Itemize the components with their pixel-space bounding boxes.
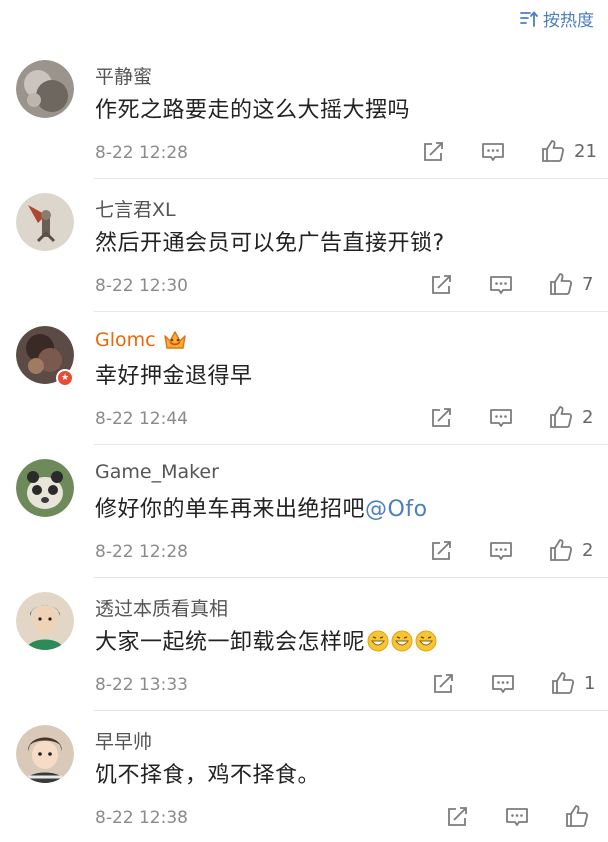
crown-icon xyxy=(163,331,186,349)
repost-button[interactable] xyxy=(420,139,446,165)
reply-button[interactable] xyxy=(488,272,514,298)
avatar[interactable] xyxy=(16,459,74,517)
username[interactable]: Glomc xyxy=(95,329,156,351)
share-icon xyxy=(424,142,443,161)
comment-text: 然后开通会员可以免广告直接开锁? xyxy=(95,231,445,256)
username[interactable]: 平静蜜 xyxy=(95,62,152,89)
reply-button[interactable] xyxy=(480,139,506,165)
avatar[interactable] xyxy=(16,725,74,783)
comment-text: 幸好押金退得早 xyxy=(95,364,253,389)
timestamp: 8-22 12:28 xyxy=(95,542,188,562)
reply-button[interactable] xyxy=(488,405,514,431)
sort-label: 按热度 xyxy=(543,11,594,31)
thumbs-up-icon xyxy=(542,140,565,162)
vip-badge: ★ xyxy=(56,369,74,387)
share-icon xyxy=(434,674,453,693)
username[interactable]: 七言君XL xyxy=(95,195,176,222)
comment-icon xyxy=(490,409,512,427)
avatar[interactable] xyxy=(16,592,74,650)
repost-button[interactable] xyxy=(444,804,470,830)
sort-by-hot-button[interactable]: 按热度 xyxy=(519,6,594,31)
repost-button[interactable] xyxy=(428,272,454,298)
like-button[interactable]: 7 xyxy=(548,271,593,297)
like-button[interactable]: 2 xyxy=(548,404,593,430)
comment-item: 七言君XL 然后开通会员可以免广告直接开锁? 8-22 12:30 7 xyxy=(0,179,608,312)
sort-icon xyxy=(520,11,538,27)
grin-emoji-icon xyxy=(367,630,389,652)
timestamp: 8-22 12:28 xyxy=(95,143,188,163)
repost-button[interactable] xyxy=(428,538,454,564)
comment-icon xyxy=(490,542,512,560)
grin-emoji-icon xyxy=(415,630,437,652)
comment-text: 饥不择食，鸡不择食。 xyxy=(95,763,321,788)
sort-bar: 按热度 xyxy=(0,0,608,36)
comment-icon xyxy=(506,808,528,826)
comment-item: 平静蜜 作死之路要走的这么大摇大摆吗 8-22 12:28 21 xyxy=(0,46,608,179)
comment-text-body: 修好你的单车再来出绝招吧 xyxy=(95,497,366,522)
reply-button[interactable] xyxy=(504,804,530,830)
comment-item: 早早帅 饥不择食，鸡不择食。 8-22 12:38 xyxy=(0,711,608,842)
comment-text: 大家一起统一卸载会怎样呢 xyxy=(95,624,437,656)
timestamp: 8-22 12:30 xyxy=(95,276,188,296)
like-count: 21 xyxy=(574,140,597,162)
username[interactable]: Game_Maker xyxy=(95,461,219,483)
username[interactable]: 透过本质看真相 xyxy=(95,594,228,621)
like-button[interactable] xyxy=(564,803,598,829)
like-count: 1 xyxy=(584,672,596,694)
share-icon xyxy=(432,408,451,427)
mention-link[interactable]: @Ofo xyxy=(365,497,428,522)
timestamp: 8-22 13:33 xyxy=(95,675,188,695)
repost-button[interactable] xyxy=(428,405,454,431)
share-icon xyxy=(432,275,451,294)
comment-icon xyxy=(492,675,514,693)
comment-icon xyxy=(482,143,504,161)
like-button[interactable]: 21 xyxy=(540,138,597,164)
like-button[interactable]: 2 xyxy=(548,537,593,563)
grin-emoji-icon xyxy=(391,630,413,652)
share-icon xyxy=(448,807,467,826)
comment-text: 作死之路要走的这么大摇大摆吗 xyxy=(95,98,411,123)
comment-item: ★ Glomc 幸好押金退得早 8-22 12:44 2 xyxy=(0,312,608,445)
repost-button[interactable] xyxy=(430,671,456,697)
comment-icon xyxy=(490,276,512,294)
like-count: 2 xyxy=(582,406,594,428)
avatar[interactable] xyxy=(16,60,74,118)
timestamp: 8-22 12:44 xyxy=(95,409,188,429)
share-icon xyxy=(432,541,451,560)
star-icon: ★ xyxy=(60,372,70,383)
timestamp: 8-22 12:38 xyxy=(95,808,188,828)
like-button[interactable]: 1 xyxy=(550,670,595,696)
like-count: 2 xyxy=(582,539,594,561)
username[interactable]: 早早帅 xyxy=(95,727,152,754)
thumbs-up-icon xyxy=(552,672,575,694)
comment-item: Game_Maker 修好你的单车再来出绝招吧@Ofo 8-22 12:28 2 xyxy=(0,445,608,578)
thumbs-up-icon xyxy=(550,406,573,428)
thumbs-up-icon xyxy=(550,273,573,295)
thumbs-up-icon xyxy=(550,539,573,561)
like-count: 7 xyxy=(582,273,594,295)
reply-button[interactable] xyxy=(488,538,514,564)
avatar[interactable] xyxy=(16,193,74,251)
reply-button[interactable] xyxy=(490,671,516,697)
comment-text-body: 大家一起统一卸载会怎样呢 xyxy=(95,630,366,655)
comment-text: 修好你的单车再来出绝招吧@Ofo xyxy=(95,491,428,523)
comment-item: 透过本质看真相 大家一起统一卸载会怎样呢 8-22 13:33 1 xyxy=(0,578,608,711)
thumbs-up-icon xyxy=(566,805,589,827)
